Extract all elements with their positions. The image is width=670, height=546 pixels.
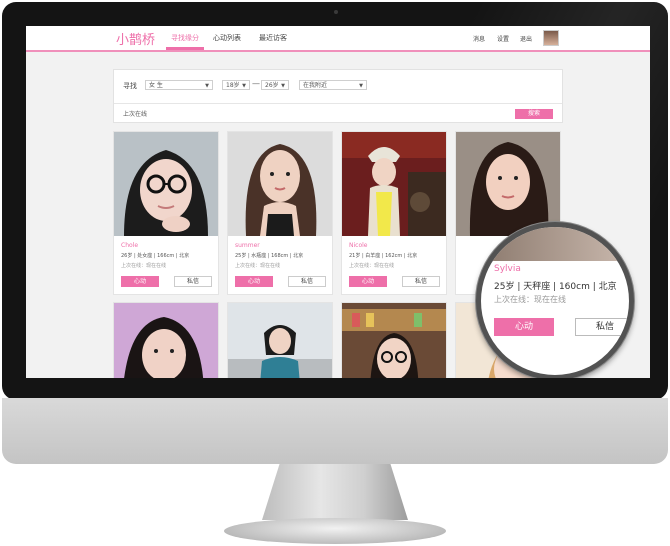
profile-online-status: 上次在线：现在在线 [121,263,167,269]
profile-card[interactable]: Chole 26岁 | 处女座 | 166cm | 北京 上次在线：现在在线 心… [113,131,219,295]
filter-divider [114,103,562,104]
profile-card[interactable] [341,302,447,378]
age-to-value: 26岁 [265,82,279,89]
profile-online-status-zoomed: 上次在线：现在在线 [494,295,566,304]
like-button[interactable]: 心动 [235,276,273,287]
age-range-dash: — [252,79,260,88]
nav-recent-visitors[interactable]: 最近访客 [259,33,287,43]
tab-last-online[interactable]: 上次在线 [123,109,147,118]
profile-name-zoomed[interactable]: Sylvia [494,264,521,274]
like-button[interactable]: 心动 [121,276,159,287]
chevron-down-icon: ▼ [205,83,209,89]
profile-photo[interactable] [228,132,332,236]
location-value: 在我附近 [303,82,328,89]
location-select[interactable]: 在我附近 ▼ [299,80,367,90]
profile-card[interactable]: summer 25岁 | 水瓶座 | 168cm | 北京 上次在线：现在在线 … [227,131,333,295]
profile-photo[interactable] [114,303,218,378]
profile-details: 26岁 | 处女座 | 166cm | 北京 [121,253,190,259]
message-button-zoomed[interactable]: 私信 [575,318,629,336]
monitor-chin [2,398,668,464]
profile-photo[interactable] [228,303,332,378]
chevron-down-icon: ▼ [359,83,363,89]
profile-photo[interactable] [114,132,218,236]
search-label: 寻找 [123,82,137,90]
gender-value: 女 生 [149,82,163,89]
magnifier-zoom: Sylvia 25岁 | 天秤座 | 160cm | 北京 上次在线：现在在线 … [476,222,634,378]
age-from-select[interactable]: 18岁 ▼ [222,80,250,90]
user-avatar[interactable] [543,30,559,46]
gender-select[interactable]: 女 生 ▼ [145,80,213,90]
profile-online-status: 上次在线：现在在线 [349,263,395,269]
monitor-stand-base [224,518,446,544]
app-screen: 小鹊桥 寻找缘分 心动列表 最近访客 消息 设置 退出 寻找 女 生 ▼ 18岁 ▼… [26,26,650,378]
chevron-down-icon: ▼ [242,83,246,89]
age-from-value: 18岁 [226,82,240,89]
monitor-stand-neck [262,464,408,520]
chevron-down-icon: ▼ [281,83,285,89]
profile-name[interactable]: summer [235,242,260,249]
message-button[interactable]: 私信 [174,276,212,287]
top-navigation-bar: 小鹊桥 寻找缘分 心动列表 最近访客 消息 设置 退出 [26,26,650,52]
message-button[interactable]: 私信 [288,276,326,287]
menu-messages[interactable]: 消息 [473,34,485,43]
profile-name[interactable]: Nicole [349,242,367,249]
menu-logout[interactable]: 退出 [520,34,532,43]
profile-details-zoomed: 25岁 | 天秤座 | 160cm | 北京 [494,282,617,292]
profile-photo[interactable] [342,132,446,236]
like-button[interactable]: 心动 [349,276,387,287]
profile-online-status: 上次在线：现在在线 [235,263,281,269]
profile-name[interactable]: Chole [121,242,138,249]
monitor-bezel: 小鹊桥 寻找缘分 心动列表 最近访客 消息 设置 退出 寻找 女 生 ▼ 18岁 ▼… [2,2,668,400]
search-filter-panel: 寻找 女 生 ▼ 18岁 ▼ — 26岁 ▼ 在我附近 ▼ 上次在线 搜索 [113,69,563,123]
camera-dot [334,10,338,14]
nav-find-match[interactable]: 寻找缘分 [171,33,199,43]
search-button[interactable]: 搜索 [515,109,553,119]
age-to-select[interactable]: 26岁 ▼ [261,80,289,90]
profile-card[interactable] [227,302,333,378]
profile-details: 25岁 | 水瓶座 | 168cm | 北京 [235,253,304,259]
profile-details: 21岁 | 白羊座 | 162cm | 北京 [349,253,418,259]
profile-photo[interactable] [342,303,446,378]
profile-card[interactable] [113,302,219,378]
profile-card[interactable]: Nicole 21岁 | 白羊座 | 162cm | 北京 上次在线：现在在线 … [341,131,447,295]
like-button-zoomed[interactable]: 心动 [494,318,554,336]
menu-settings[interactable]: 设置 [497,34,509,43]
profile-photo-zoomed [481,227,629,261]
app-logo[interactable]: 小鹊桥 [116,29,155,48]
nav-likes-list[interactable]: 心动列表 [213,33,241,43]
profile-photo[interactable] [456,132,560,236]
active-tab-indicator [166,47,204,50]
message-button[interactable]: 私信 [402,276,440,287]
